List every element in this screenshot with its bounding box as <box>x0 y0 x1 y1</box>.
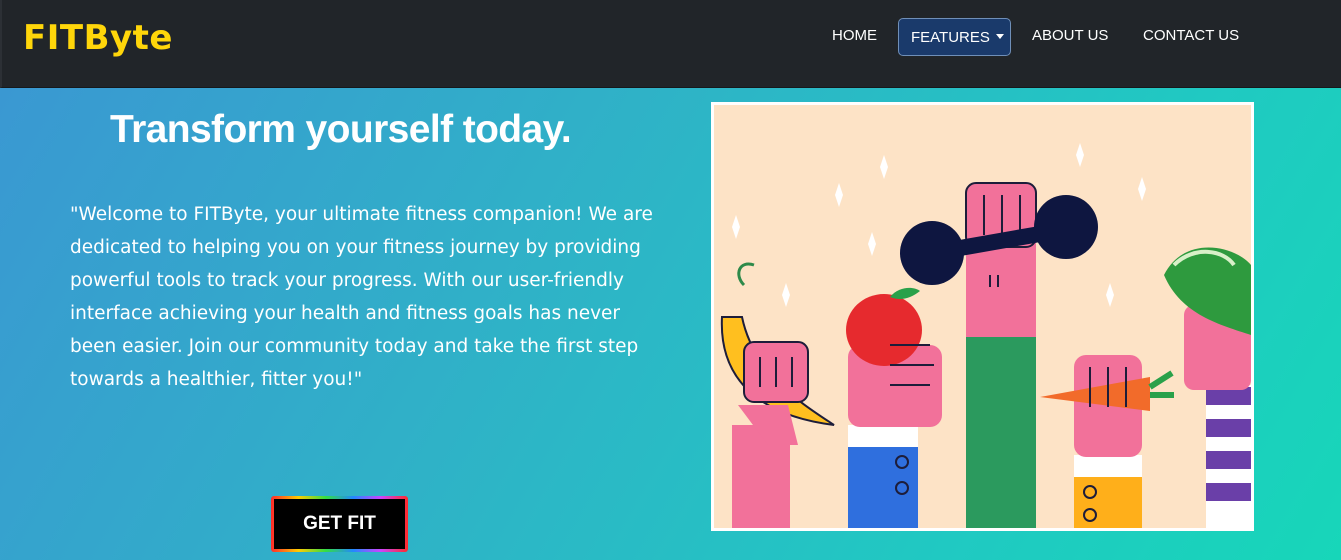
hero-description: "Welcome to FITByte, your ultimate fitne… <box>70 204 653 390</box>
navbar: FITByte HOME FEATURES ABOUT US CONTACT U… <box>0 0 1341 88</box>
brand-logo[interactable]: FITByte <box>23 18 173 58</box>
lettuce-hand <box>1164 247 1251 528</box>
nav-home[interactable]: HOME <box>832 27 877 44</box>
hero-title: Transform yourself today. <box>110 108 572 151</box>
fitness-hands-illustration <box>711 102 1254 531</box>
nav-contact-us[interactable]: CONTACT US <box>1143 27 1239 44</box>
nav-features-label: FEATURES <box>911 29 990 46</box>
banana-hand <box>720 262 835 528</box>
caret-down-icon <box>995 34 1004 39</box>
hero-section: Transform yourself today. "Welcome to FI… <box>0 88 1341 560</box>
carrot-hand <box>1040 355 1174 528</box>
nav-about-us[interactable]: ABOUT US <box>1032 27 1108 44</box>
get-fit-button[interactable]: GET FIT <box>271 496 408 552</box>
apple-hand <box>846 287 942 528</box>
get-fit-button-label: GET FIT <box>274 499 405 549</box>
nav-features-dropdown[interactable]: FEATURES <box>898 18 1011 56</box>
